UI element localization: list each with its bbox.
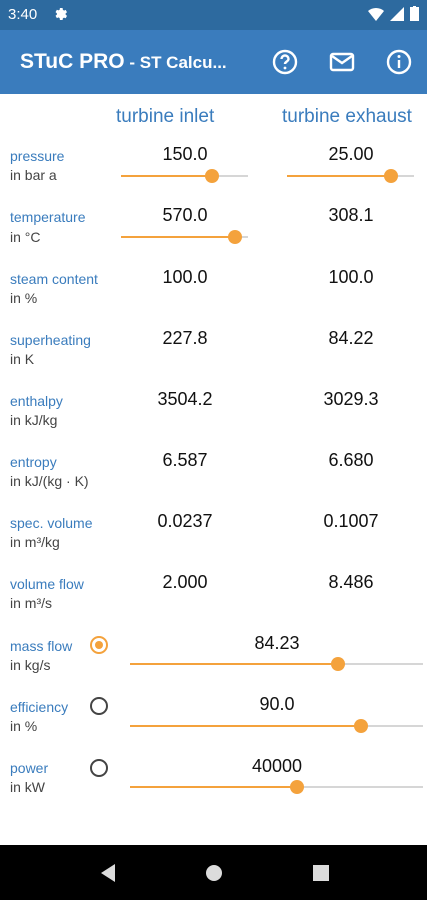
app-title: STuC PRO - ST Calcu... <box>20 50 227 74</box>
steam-content-inlet-value: 100.0 <box>162 267 208 287</box>
pressure-inlet-slider[interactable] <box>121 169 248 183</box>
row-unit-pressure: in bar a <box>10 167 57 183</box>
mass-flow-value[interactable]: 84.23 <box>217 633 337 654</box>
efficiency-radio[interactable] <box>90 697 108 715</box>
app-bar: STuC PRO - ST Calcu... <box>0 30 427 94</box>
row-label-spec-volume: spec. volume <box>10 515 93 531</box>
slider-fill <box>121 175 213 177</box>
row-unit-superheating: in K <box>10 351 35 367</box>
slider-thumb[interactable] <box>205 169 220 183</box>
slider-thumb[interactable] <box>290 780 304 794</box>
slider-fill <box>130 786 297 788</box>
row-label-pressure: pressure <box>10 148 65 164</box>
app-title-main: STuC PRO <box>20 50 125 73</box>
battery-icon <box>410 6 419 21</box>
pressure-inlet-value[interactable]: 150.0 <box>125 144 245 165</box>
steam-content-exhaust-value: 100.0 <box>328 267 374 287</box>
row-unit-volume-flow: in m³/s <box>10 595 52 611</box>
help-icon[interactable] <box>272 49 298 75</box>
entropy-inlet-value: 6.587 <box>162 450 208 470</box>
power-slider[interactable] <box>130 780 423 794</box>
row-unit-efficiency: in % <box>10 718 38 734</box>
row-unit-mass-flow: in kg/s <box>10 657 51 673</box>
column-header-exhaust: turbine exhaust <box>282 106 412 127</box>
power-value[interactable]: 40000 <box>217 756 337 777</box>
efficiency-value[interactable]: 90.0 <box>217 694 337 715</box>
volume-flow-inlet-value: 2.000 <box>162 572 208 592</box>
enthalpy-inlet-value: 3504.2 <box>157 389 213 409</box>
temperature-inlet-value[interactable]: 570.0 <box>125 205 245 226</box>
slider-fill <box>287 175 392 177</box>
row-label-superheating: superheating <box>10 332 91 348</box>
slider-fill <box>130 725 362 727</box>
power-radio[interactable] <box>90 759 108 777</box>
slider-thumb[interactable] <box>228 230 243 244</box>
column-header-inlet: turbine inlet <box>116 106 215 127</box>
slider-fill <box>121 236 236 238</box>
back-icon[interactable] <box>97 862 117 884</box>
row-label-steam-content: steam content <box>10 271 98 287</box>
efficiency-slider[interactable] <box>130 719 423 733</box>
recents-icon[interactable] <box>311 862 331 884</box>
row-label-efficiency: efficiency <box>10 699 69 715</box>
row-unit-temperature: in °C <box>10 229 41 245</box>
spec-volume-inlet-value: 0.0237 <box>157 511 213 531</box>
row-label-mass-flow: mass flow <box>10 638 73 654</box>
spec-volume-exhaust-value: 0.1007 <box>323 511 379 531</box>
row-label-power: power <box>10 760 49 776</box>
row-unit-spec-volume: in m³/kg <box>10 534 60 550</box>
mass-flow-radio[interactable] <box>90 636 108 654</box>
status-time: 3:40 <box>8 6 38 23</box>
gear-icon <box>55 8 67 20</box>
home-icon[interactable] <box>204 862 224 884</box>
superheating-exhaust-value: 84.22 <box>328 328 374 348</box>
row-unit-steam-content: in % <box>10 290 38 306</box>
info-icon[interactable] <box>386 49 412 75</box>
row-unit-enthalpy: in kJ/kg <box>10 412 58 428</box>
status-bar: 3:40 <box>0 0 427 30</box>
wifi-icon <box>368 7 384 21</box>
pressure-exhaust-value[interactable]: 25.00 <box>291 144 411 165</box>
signal-icon <box>390 6 404 21</box>
entropy-exhaust-value: 6.680 <box>328 450 374 470</box>
row-unit-power: in kW <box>10 779 45 795</box>
temperature-exhaust-value: 308.1 <box>328 205 374 225</box>
row-label-volume-flow: volume flow <box>10 576 84 592</box>
superheating-inlet-value: 227.8 <box>162 328 208 348</box>
row-unit-entropy: in kJ/(kg · K) <box>10 473 89 489</box>
mass-flow-slider[interactable] <box>130 657 423 671</box>
temperature-inlet-slider[interactable] <box>121 230 248 244</box>
slider-thumb[interactable] <box>354 719 369 733</box>
slider-thumb[interactable] <box>331 657 346 671</box>
row-label-entropy: entropy <box>10 454 57 470</box>
pressure-exhaust-slider[interactable] <box>287 169 414 183</box>
row-label-temperature: temperature <box>10 209 86 225</box>
enthalpy-exhaust-value: 3029.3 <box>323 389 379 409</box>
mail-icon[interactable] <box>329 49 355 75</box>
row-label-enthalpy: enthalpy <box>10 393 63 409</box>
status-icons <box>368 6 419 21</box>
app-title-sub: - ST Calcu... <box>124 53 227 72</box>
slider-fill <box>130 663 339 665</box>
navigation-bar <box>0 845 427 900</box>
volume-flow-exhaust-value: 8.486 <box>328 572 374 592</box>
slider-thumb[interactable] <box>384 169 399 183</box>
